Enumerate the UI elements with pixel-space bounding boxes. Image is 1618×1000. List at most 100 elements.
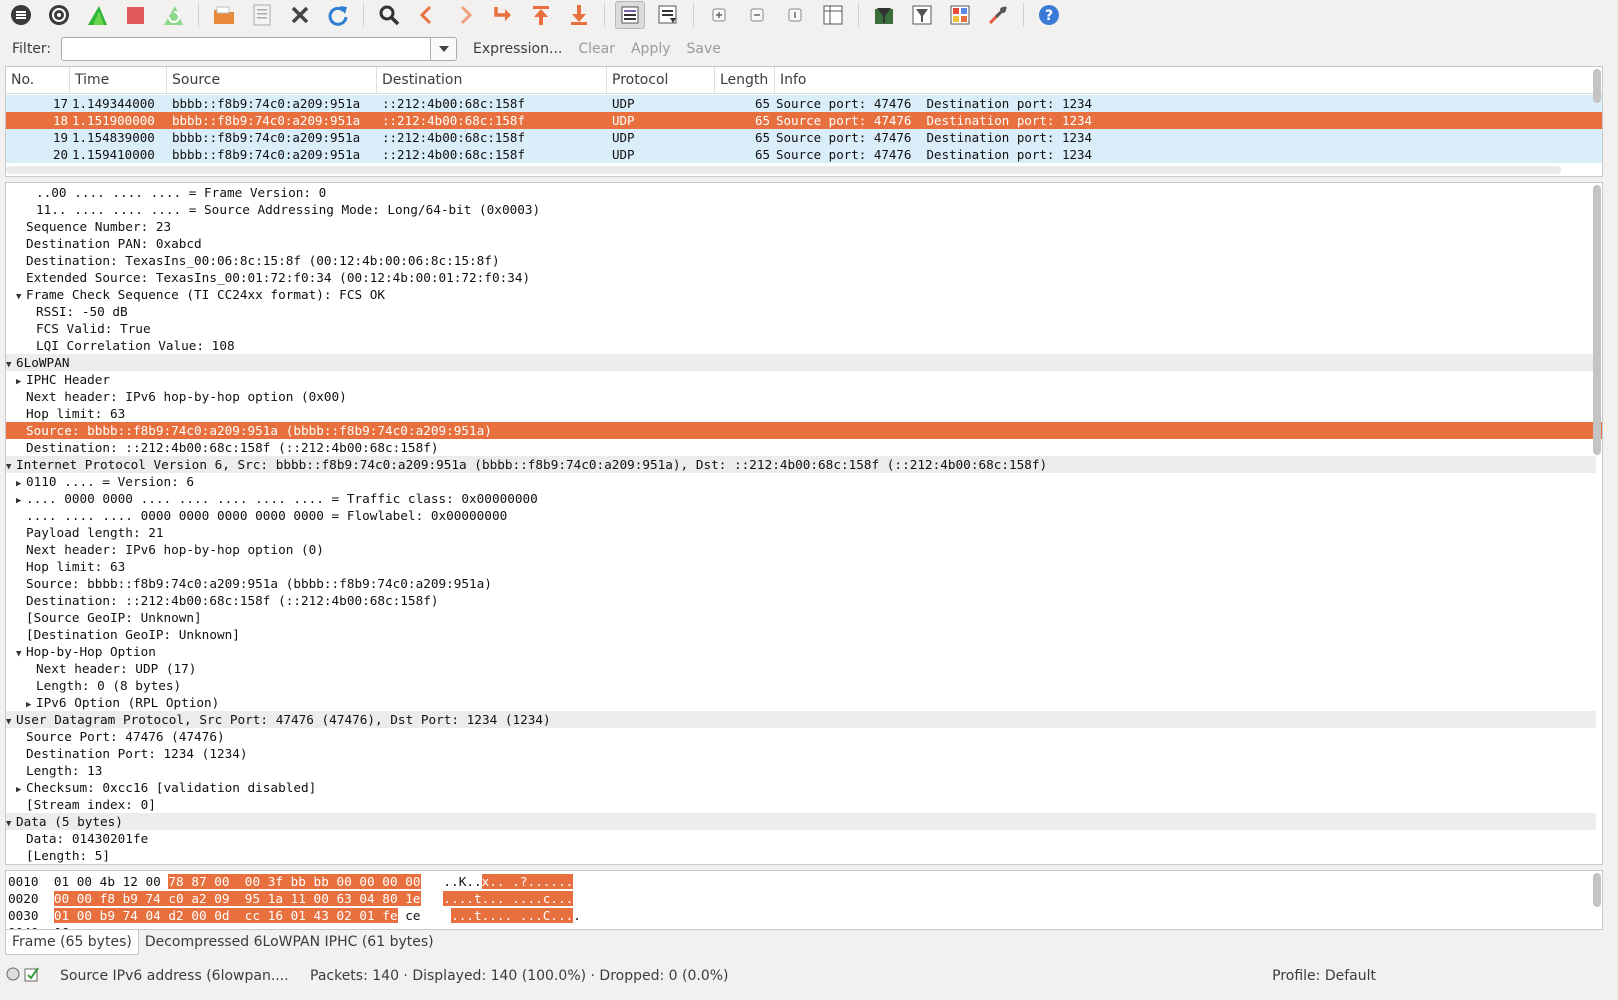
tree-item-expanded[interactable]: ▼ Frame Check Sequence (TI CC24xx format)…	[6, 286, 1602, 303]
preferences-icon[interactable]	[983, 1, 1013, 29]
hex-row[interactable]: 0020 00 00 f8 b9 74 c0 a2 09 95 1a 11 00…	[8, 890, 574, 907]
start-capture-icon[interactable]	[82, 1, 112, 29]
cell-source: bbbb::f8b9:74c0:a209:951a	[172, 130, 361, 145]
hex-bytes-highlighted: 00 00 f8 b9 74 c0 a2 09 95 1a 11 00 63 0…	[53, 891, 421, 906]
tree-item[interactable]: Next header: IPv6 hop-by-hop option (0x0…	[6, 388, 1602, 405]
go-back-icon[interactable]	[412, 1, 442, 29]
tree-item[interactable]: Destination: ::212:4b00:68c:158f (::212:…	[6, 439, 1602, 456]
clear-button[interactable]: Clear	[578, 41, 615, 57]
protocol-header-data[interactable]: ▼ Data (5 bytes)	[6, 813, 1596, 830]
open-file-icon[interactable]	[209, 1, 239, 29]
go-last-icon[interactable]	[564, 1, 594, 29]
tree-item[interactable]: Destination: TexasIns_00:06:8c:15:8f (00…	[6, 252, 1602, 269]
zoom-normal-icon[interactable]	[780, 1, 810, 29]
tree-item-collapsed[interactable]: ▶.... 0000 0000 .... .... .... .... ....…	[6, 490, 1602, 507]
capture-comments-icon[interactable]	[24, 966, 40, 986]
coloring-rules-icon[interactable]	[945, 1, 975, 29]
reload-icon[interactable]	[323, 1, 353, 29]
tree-item[interactable]: Destination Port: 1234 (1234)	[6, 745, 1602, 762]
go-forward-icon[interactable]	[450, 1, 480, 29]
protocol-header-udp[interactable]: ▼ User Datagram Protocol, Src Port: 47476…	[6, 711, 1596, 728]
tree-item-collapsed[interactable]: ▶ IPv6 Option (RPL Option)	[6, 694, 1602, 711]
help-icon[interactable]: ?	[1034, 1, 1064, 29]
column-header-no[interactable]: No.	[6, 67, 70, 93]
bytes-vertical-scrollbar[interactable]	[1593, 873, 1601, 907]
go-to-packet-icon[interactable]	[488, 1, 518, 29]
apply-button[interactable]: Apply	[631, 41, 671, 57]
column-header-protocol[interactable]: Protocol	[607, 67, 715, 93]
go-first-icon[interactable]	[526, 1, 556, 29]
display-filter-input[interactable]	[61, 37, 431, 61]
interface-list-icon[interactable]	[6, 1, 36, 29]
tree-item[interactable]: Extended Source: TexasIns_00:01:72:f0:34…	[6, 269, 1602, 286]
tree-item[interactable]: Payload length: 21	[6, 524, 1602, 541]
status-profile[interactable]: Profile: Default	[1272, 968, 1376, 984]
packet-list-vertical-scrollbar[interactable]	[1593, 69, 1601, 103]
hex-row[interactable]: 0010 01 00 4b 12 00 78 87 00 00 3f bb bb…	[8, 873, 574, 890]
column-header-destination[interactable]: Destination	[377, 67, 607, 93]
tree-item[interactable]: Sequence Number: 23	[6, 218, 1602, 235]
tree-item-collapsed[interactable]: ▶ 0110 .... = Version: 6	[6, 473, 1602, 490]
column-header-source[interactable]: Source	[167, 67, 377, 93]
zoom-out-icon[interactable]	[742, 1, 772, 29]
column-header-time[interactable]: Time	[70, 67, 167, 93]
tree-item[interactable]: .... .... .... 0000 0000 0000 0000 0000 …	[6, 507, 1602, 524]
tree-item[interactable]: Data: 01430201fe	[6, 830, 1602, 847]
tree-item[interactable]: Length: 13	[6, 762, 1602, 779]
capture-options-icon[interactable]	[44, 1, 74, 29]
tree-item[interactable]: ..00 .... .... .... = Frame Version: 0	[6, 184, 1602, 201]
column-header-length[interactable]: Length	[715, 67, 775, 93]
tree-item[interactable]: FCS Valid: True	[6, 320, 1602, 337]
capture-filters-icon[interactable]	[869, 1, 899, 29]
hex-row[interactable]: 0030 01 00 b9 74 04 d2 00 0d cc 16 01 43…	[8, 907, 581, 924]
details-vertical-scrollbar[interactable]	[1593, 185, 1601, 455]
tree-item[interactable]: LQI Correlation Value: 108	[6, 337, 1602, 354]
stop-capture-icon[interactable]	[120, 1, 150, 29]
tab-frame-bytes[interactable]: Frame (65 bytes)	[5, 930, 139, 955]
restart-capture-icon[interactable]	[158, 1, 188, 29]
tree-item[interactable]: [Length: 5]	[6, 847, 1602, 864]
packet-list-horizontal-scrollbar[interactable]	[6, 166, 1561, 174]
cell-info: Source port: 47476 Destination port: 123…	[776, 130, 1093, 145]
protocol-header-ipv6[interactable]: ▼ Internet Protocol Version 6, Src: bbbb:…	[6, 456, 1596, 473]
save-filter-button[interactable]: Save	[687, 41, 721, 57]
expert-info-icon[interactable]	[6, 967, 20, 985]
save-file-icon[interactable]	[247, 1, 277, 29]
tree-item[interactable]: Hop limit: 63	[6, 405, 1602, 422]
tree-item[interactable]: Next header: UDP (17)	[6, 660, 1602, 677]
expression-button[interactable]: Expression...	[473, 41, 562, 57]
display-filters-icon[interactable]	[907, 1, 937, 29]
tree-item[interactable]: RSSI: -50 dB	[6, 303, 1602, 320]
column-header-info[interactable]: Info	[775, 67, 1575, 93]
filter-history-dropdown[interactable]	[431, 37, 457, 61]
tree-item[interactable]: Source Port: 47476 (47476)	[6, 728, 1602, 745]
tree-item[interactable]: Hop limit: 63	[6, 558, 1602, 575]
packet-row[interactable]: 20 1.159410000 bbbb::f8b9:74c0:a209:951a…	[6, 146, 1602, 163]
tree-item[interactable]: Next header: IPv6 hop-by-hop option (0)	[6, 541, 1602, 558]
zoom-in-icon[interactable]	[704, 1, 734, 29]
tree-item[interactable]: [Destination GeoIP: Unknown]	[6, 626, 1602, 643]
tree-item[interactable]: Destination PAN: 0xabcd	[6, 235, 1602, 252]
tree-item[interactable]: [Stream index: 0]	[6, 796, 1602, 813]
tree-item[interactable]: Destination: ::212:4b00:68c:158f (::212:…	[6, 592, 1602, 609]
tree-item[interactable]: 11.. .... .... .... = Source Addressing …	[6, 201, 1602, 218]
tree-item[interactable]: Length: 0 (8 bytes)	[6, 677, 1602, 694]
tree-item-collapsed[interactable]: ▶ Checksum: 0xcc16 [validation disabled]	[6, 779, 1602, 796]
protocol-header-6lowpan[interactable]: ▼ 6LoWPAN	[6, 354, 1596, 371]
packet-row-selected[interactable]: 18 1.151900000 bbbb::f8b9:74c0:a209:951a…	[6, 112, 1602, 129]
tree-item-label: Frame Check Sequence (TI CC24xx format):…	[26, 287, 386, 302]
tree-item[interactable]: [Source GeoIP: Unknown]	[6, 609, 1602, 626]
autoscroll-icon[interactable]	[653, 1, 683, 29]
tree-item-selected[interactable]: Source: bbbb::f8b9:74c0:a209:951a (bbbb:…	[6, 422, 1602, 439]
packet-details-tree: ..00 .... .... .... = Frame Version: 0 1…	[5, 182, 1603, 865]
packet-row[interactable]: 19 1.154839000 bbbb::f8b9:74c0:a209:951a…	[6, 129, 1602, 146]
tree-item[interactable]: Source: bbbb::f8b9:74c0:a209:951a (bbbb:…	[6, 575, 1602, 592]
close-file-icon[interactable]	[285, 1, 315, 29]
colorize-icon[interactable]	[615, 1, 645, 29]
find-packet-icon[interactable]	[374, 1, 404, 29]
tree-item-collapsed[interactable]: ▶ IPHC Header	[6, 371, 1602, 388]
tree-item-expanded[interactable]: ▼ Hop-by-Hop Option	[6, 643, 1602, 660]
resize-columns-icon[interactable]	[818, 1, 848, 29]
tab-decompressed-6lowpan[interactable]: Decompressed 6LoWPAN IPHC (61 bytes)	[139, 930, 440, 954]
packet-row[interactable]: 17 1.149344000 bbbb::f8b9:74c0:a209:951a…	[6, 95, 1602, 112]
